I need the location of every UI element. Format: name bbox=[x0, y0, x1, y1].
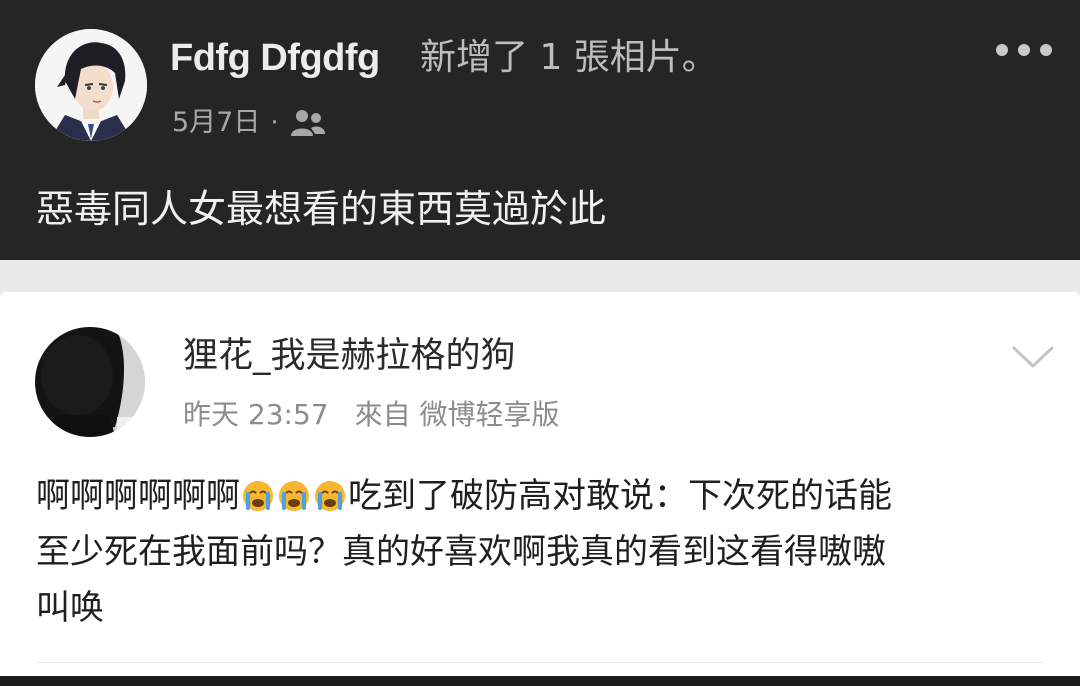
crying-face-icon bbox=[279, 481, 309, 511]
body-line-1-prefix: 啊啊啊啊啊啊 bbox=[36, 476, 240, 516]
dot bbox=[996, 44, 1008, 56]
weibo-body: 啊啊啊啊啊啊 吃到了破防高对敢说：下次死的话能 至少死在我面前吗？真的好喜欢啊我… bbox=[36, 468, 1046, 636]
body-line-1-suffix: 吃到了破防高对敢说：下次死的话能 bbox=[348, 476, 892, 516]
weibo-avatar bbox=[35, 327, 145, 437]
post-meta: 5月7日 · bbox=[172, 104, 327, 142]
post-action-text: 新增了 1 張相片。 bbox=[420, 37, 718, 78]
crying-face-icon bbox=[315, 481, 345, 511]
post-date[interactable]: 5月7日 bbox=[172, 104, 260, 142]
weibo-username[interactable]: 狸花_我是赫拉格的狗 bbox=[183, 331, 516, 381]
weibo-source[interactable]: 來自 微博轻享版 bbox=[355, 395, 560, 435]
friends-icon[interactable] bbox=[289, 108, 327, 138]
crying-face-icon bbox=[243, 481, 273, 511]
body-line-1: 啊啊啊啊啊啊 吃到了破防高对敢说：下次死的话能 bbox=[36, 468, 1046, 524]
author-name[interactable]: Fdfg Dfgdfg bbox=[170, 32, 380, 84]
dot bbox=[1018, 44, 1030, 56]
weibo-meta: 昨天 23:57 來自 微博轻享版 bbox=[183, 395, 560, 435]
more-dots-icon[interactable] bbox=[996, 40, 1052, 60]
dot bbox=[1040, 44, 1052, 56]
meta-separator: · bbox=[270, 108, 279, 138]
post-text: 惡毒同人女最想看的東西莫過於此 bbox=[36, 187, 607, 231]
facebook-post: Fdfg Dfgdfg 新增了 1 張相片。 5月7日 · 惡毒同人女最想看的東… bbox=[0, 0, 1080, 260]
bottom-bar bbox=[0, 676, 1080, 686]
divider bbox=[36, 662, 1044, 663]
weibo-time: 昨天 23:57 bbox=[183, 398, 329, 431]
author-avatar[interactable] bbox=[35, 29, 147, 141]
body-line-3: 叫唤 bbox=[36, 588, 104, 628]
body-line-2: 至少死在我面前吗？真的好喜欢啊我真的看到这看得嗷嗷 bbox=[36, 532, 886, 572]
chevron-down-icon[interactable] bbox=[1010, 342, 1056, 370]
weibo-screenshot[interactable]: 狸花_我是赫拉格的狗 昨天 23:57 來自 微博轻享版 啊啊啊啊啊啊 吃到了破… bbox=[0, 292, 1080, 686]
